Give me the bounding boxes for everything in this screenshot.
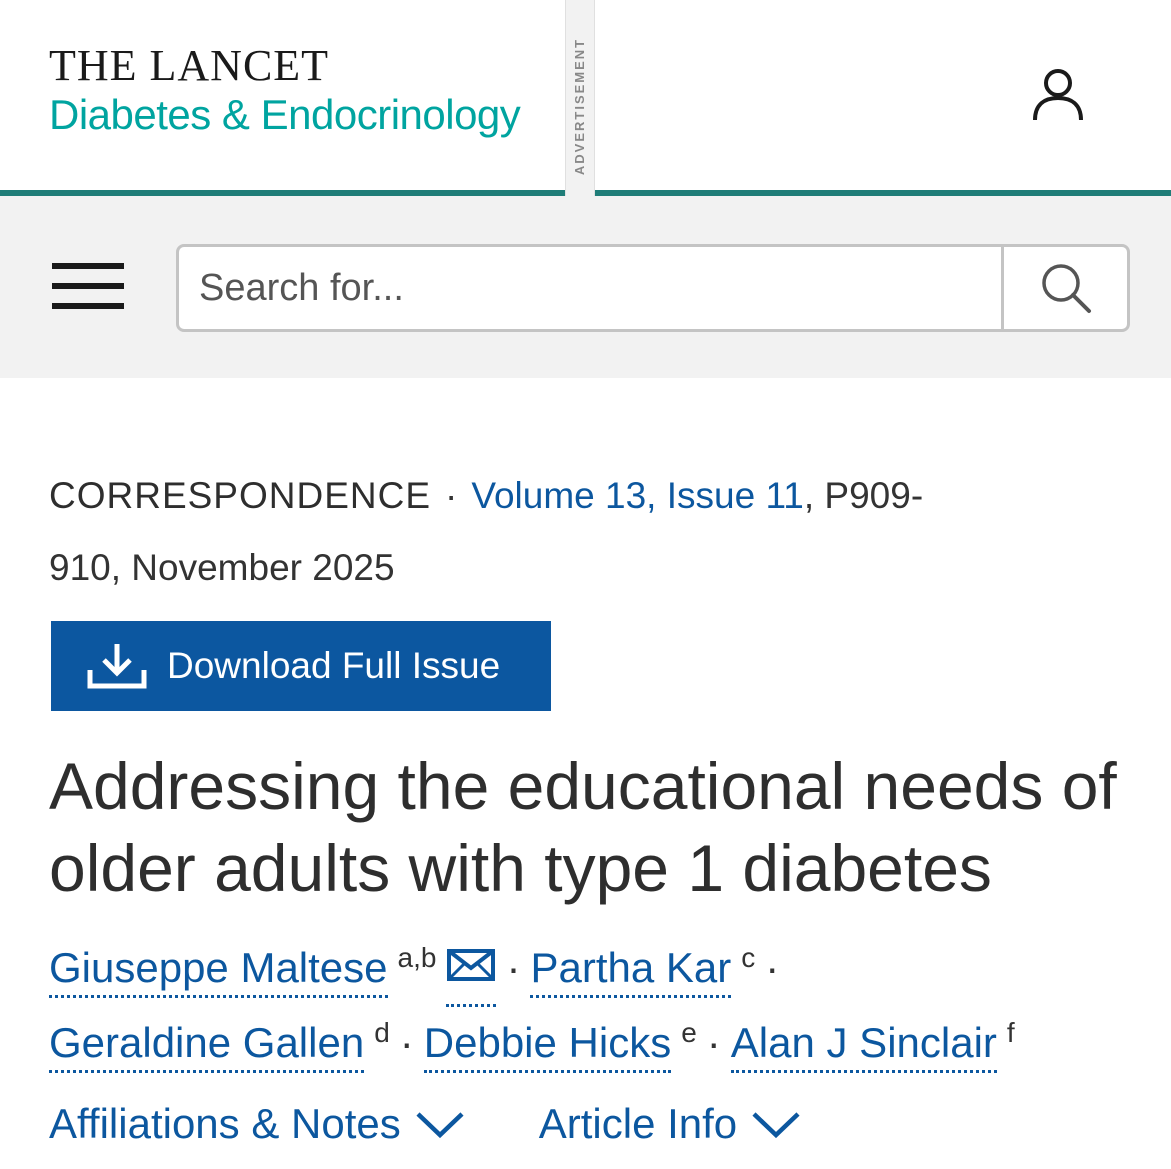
tab-affiliations-label: Affiliations & Notes [49, 1100, 401, 1147]
meta-separator: · [445, 475, 458, 516]
journal-logo-top: THE LANCET [49, 41, 330, 90]
advertisement-label: ADVERTISEMENT [572, 37, 588, 175]
author-name[interactable]: Geraldine Gallen [49, 1019, 365, 1073]
download-full-issue-button[interactable]: Download Full Issue [51, 621, 551, 711]
chevron-down-icon [752, 1112, 800, 1139]
search-input[interactable] [179, 247, 1001, 329]
article-title: Addressing the educational needs of olde… [49, 749, 1117, 905]
volume-issue-link[interactable]: Volume 13, Issue 11 [471, 475, 804, 516]
author-affiliation: c [741, 942, 756, 973]
search-box [176, 244, 1130, 332]
hamburger-menu-icon[interactable] [52, 263, 124, 311]
author-name[interactable]: Giuseppe Maltese [49, 944, 388, 998]
download-label: Download Full Issue [167, 645, 501, 686]
tab-article-info[interactable]: Article Info [539, 1100, 801, 1148]
download-icon [87, 644, 147, 689]
search-button[interactable] [1001, 247, 1127, 329]
nav-bar [0, 196, 1171, 378]
article-tabs: Affiliations & Notes Article Info [49, 1100, 875, 1148]
journal-logo[interactable]: THE LANCET Diabetes & Endocrinology [49, 41, 521, 140]
mail-icon[interactable] [446, 932, 497, 1007]
author-affiliation: d [374, 1017, 390, 1048]
tab-affiliations-notes[interactable]: Affiliations & Notes [49, 1100, 465, 1148]
article-type: CORRESPONDENCE [49, 475, 431, 516]
author-separator: · [765, 944, 780, 991]
author-list: Giuseppe Maltese a,b · Partha Kar c · Geraldi… [49, 932, 1149, 1079]
pages-date-part2: 910, November 2025 [49, 547, 395, 588]
pages-date-part1: , P909- [803, 475, 924, 516]
author-separator: · [399, 1019, 414, 1066]
author-name[interactable]: Debbie Hicks [423, 1019, 672, 1073]
author-name[interactable]: Alan J Sinclair [730, 1019, 997, 1073]
author-separator: · [706, 1019, 721, 1066]
search-icon [1041, 264, 1091, 313]
author-name[interactable]: Partha Kar [530, 944, 732, 998]
author-affiliation: f [1006, 1017, 1015, 1048]
user-icon[interactable] [1030, 66, 1086, 122]
chevron-down-icon [416, 1112, 464, 1139]
author-affiliation: a,b [397, 942, 437, 973]
article-meta: CORRESPONDENCE · Volume 13, Issue 11, P909… [49, 460, 1129, 604]
journal-logo-bottom: Diabetes & Endocrinology [49, 91, 521, 138]
author-affiliation: e [681, 1017, 697, 1048]
tab-article-info-label: Article Info [538, 1100, 738, 1147]
author-separator: · [506, 944, 521, 991]
